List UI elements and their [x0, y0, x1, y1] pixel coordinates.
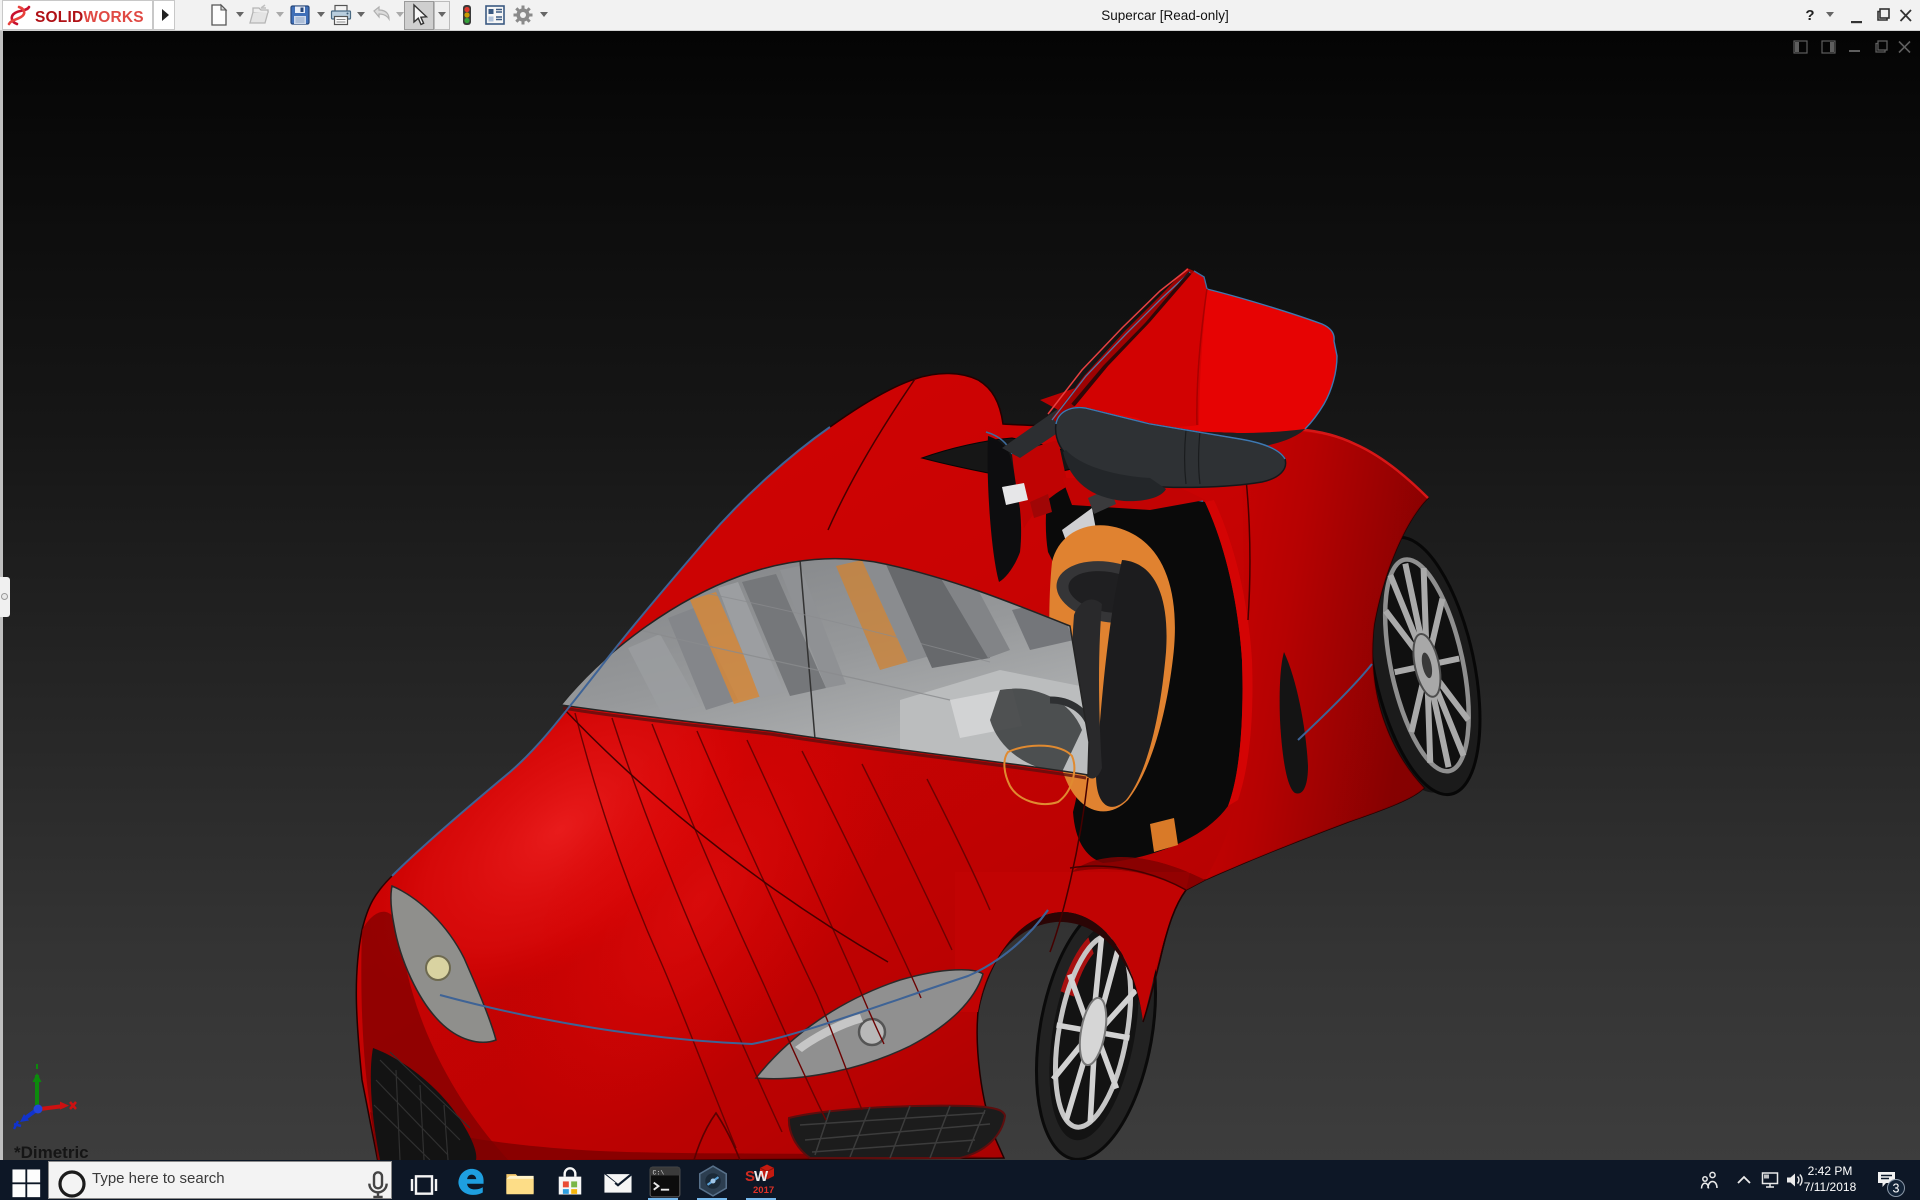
svg-text:SOLIDWORKS: SOLIDWORKS	[35, 9, 144, 26]
svg-text:C:\: C:\	[653, 1169, 665, 1176]
svg-text:2017: 2017	[753, 1185, 774, 1196]
svg-text:W: W	[754, 1168, 769, 1185]
svg-text:3: 3	[1893, 1182, 1900, 1196]
